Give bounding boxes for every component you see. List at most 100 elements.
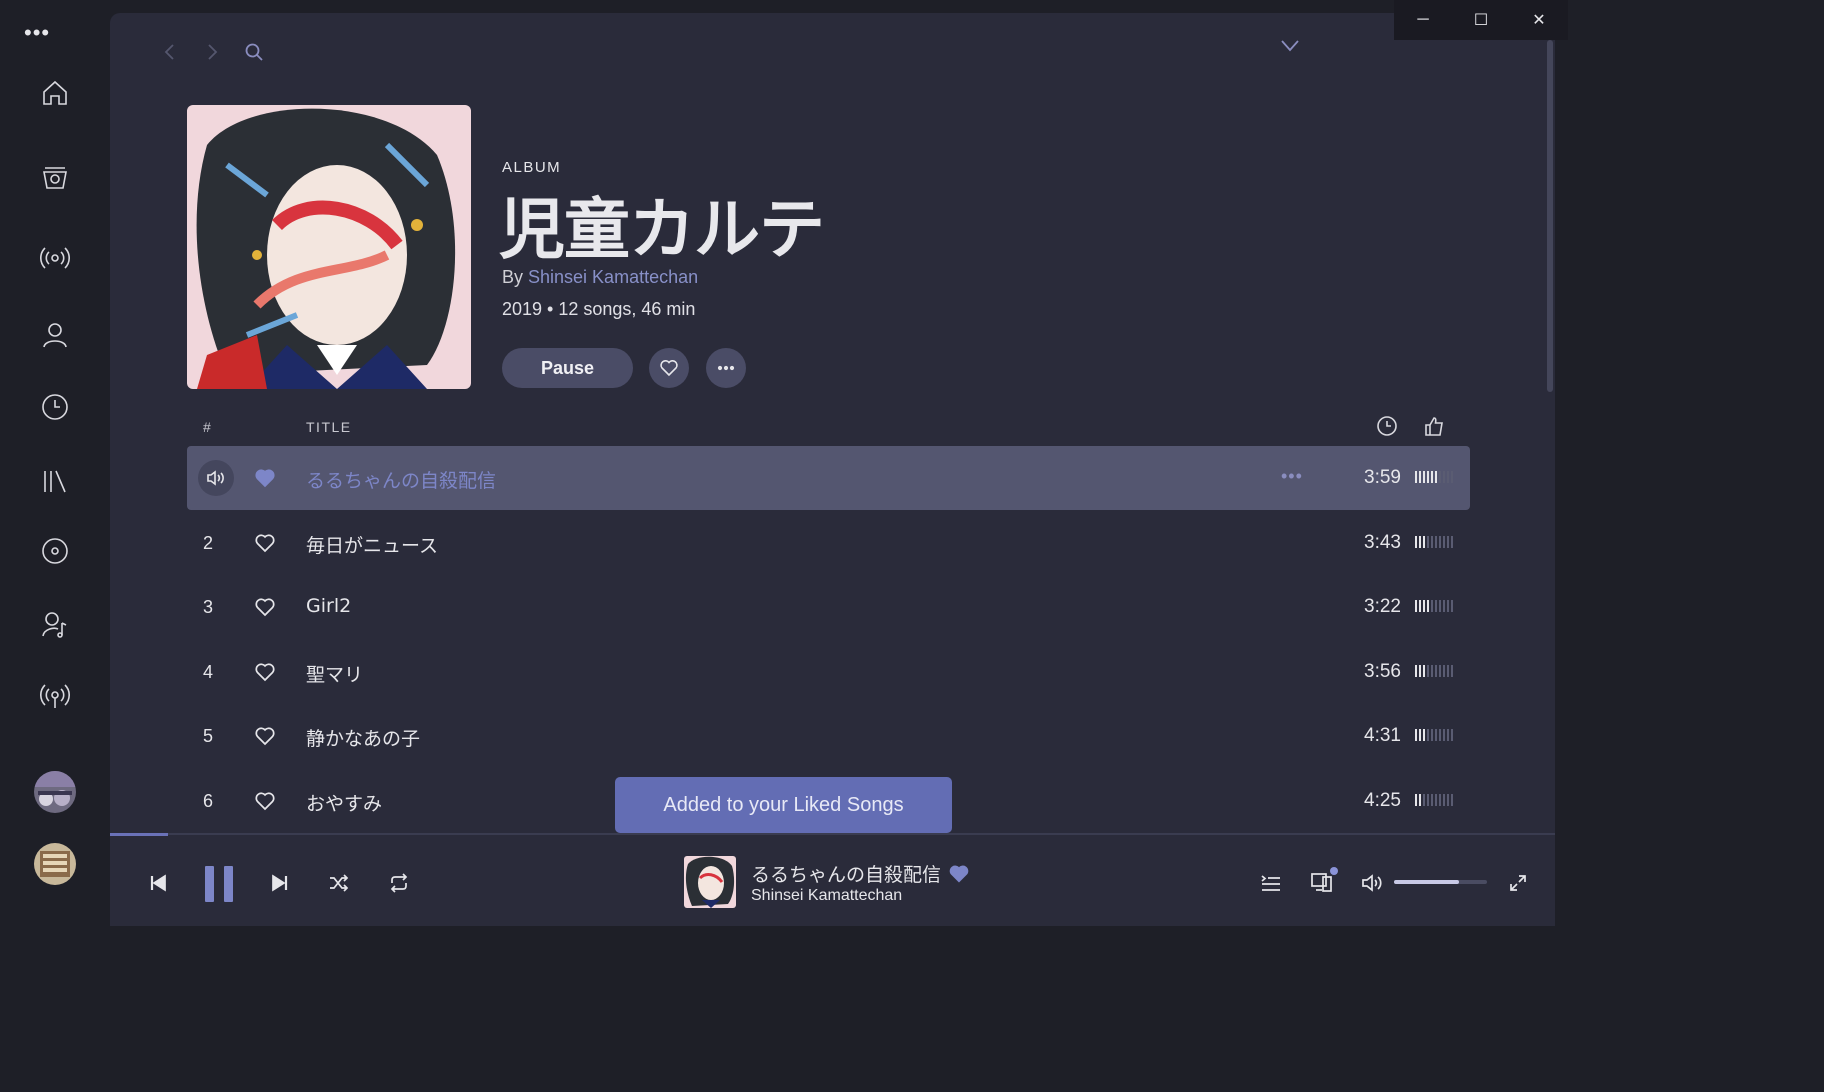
close-button[interactable]: ✕ [1510, 0, 1568, 40]
popularity-bar [1451, 794, 1453, 806]
more-options-button[interactable] [706, 348, 746, 388]
player-bar: るるちゃんの自殺配信 Shinsei Kamattechan [110, 833, 1555, 926]
popularity-bar [1419, 665, 1421, 677]
track-title[interactable]: 毎日がニュース [306, 531, 438, 558]
forward-icon[interactable] [202, 42, 222, 67]
heart-icon[interactable] [254, 596, 276, 623]
volume-slider[interactable] [1394, 880, 1487, 884]
popularity-bar [1451, 729, 1453, 741]
popularity-bar [1427, 471, 1429, 483]
track-row[interactable]: 3 Girl2 3:22 [187, 575, 1470, 639]
track-row[interactable]: 4 聖マリ 3:56 [187, 640, 1470, 704]
repeat-icon[interactable] [388, 873, 410, 893]
popularity-bar [1439, 600, 1441, 612]
recent-icon[interactable] [31, 383, 79, 431]
playlist-avatar[interactable] [34, 843, 76, 885]
fullscreen-icon[interactable] [1508, 873, 1528, 893]
heart-icon[interactable] [254, 725, 276, 752]
popularity-bar [1439, 729, 1441, 741]
back-icon[interactable] [160, 42, 180, 67]
popularity-bar [1435, 729, 1437, 741]
playlist-avatar[interactable] [34, 771, 76, 813]
clock-icon[interactable] [1376, 415, 1398, 442]
popularity-bar [1451, 471, 1453, 483]
previous-icon[interactable] [148, 873, 168, 893]
queue-icon[interactable] [1260, 873, 1282, 893]
minimize-button[interactable]: ─ [1394, 0, 1452, 40]
thumbs-up-icon[interactable] [1423, 415, 1445, 442]
track-duration: 4:31 [1364, 725, 1401, 746]
next-icon[interactable] [270, 873, 290, 893]
maximize-button[interactable]: ☐ [1452, 0, 1510, 40]
now-playing-art[interactable] [684, 856, 736, 908]
track-row[interactable]: 2 毎日がニュース 3:43 [187, 511, 1470, 575]
popularity-bar [1443, 665, 1445, 677]
popularity-bar [1423, 794, 1425, 806]
playback-progress[interactable] [110, 833, 168, 836]
podcasts-icon[interactable] [31, 672, 79, 720]
track-title[interactable]: 静かなあの子 [306, 724, 420, 751]
popularity-bar [1451, 665, 1453, 677]
popularity-bar [1427, 600, 1429, 612]
title-column-header[interactable]: TITLE [306, 419, 352, 435]
chevron-down-icon[interactable] [1280, 38, 1300, 59]
heart-icon[interactable] [254, 661, 276, 688]
popularity-bar [1423, 665, 1425, 677]
popularity-bar [1447, 600, 1449, 612]
track-title[interactable]: おやすみ [306, 789, 382, 816]
radio-icon[interactable] [31, 234, 79, 282]
now-playing-speaker-icon[interactable] [198, 460, 234, 496]
popularity-bar [1439, 665, 1441, 677]
popularity-bar [1423, 471, 1425, 483]
heart-icon[interactable] [254, 532, 276, 559]
track-row[interactable]: 5 静かなあの子 4:31 [187, 704, 1470, 768]
popularity-bar [1439, 536, 1441, 548]
popularity-bar [1435, 471, 1437, 483]
popularity-bar [1451, 536, 1453, 548]
popularity-bar [1431, 600, 1433, 612]
volume-icon[interactable] [1361, 873, 1383, 893]
scrollbar[interactable] [1547, 40, 1553, 392]
track-number: 2 [202, 533, 213, 553]
now-playing-artist[interactable]: Shinsei Kamattechan [751, 887, 902, 905]
popularity-bar [1435, 600, 1437, 612]
albums-icon[interactable] [31, 527, 79, 575]
popularity-bar [1423, 536, 1425, 548]
popularity-bar [1427, 729, 1429, 741]
like-album-button[interactable] [649, 348, 689, 388]
pause-button[interactable]: Pause [502, 348, 633, 388]
track-title[interactable]: 聖マリ [306, 660, 363, 687]
toast-notification: Added to your Liked Songs [615, 777, 952, 833]
heart-icon[interactable] [254, 467, 276, 494]
track-more-icon[interactable]: ••• [1281, 466, 1303, 487]
pause-icon[interactable] [205, 866, 235, 902]
popularity-meter [1415, 600, 1453, 612]
artist-link[interactable]: Shinsei Kamattechan [528, 267, 698, 287]
popularity-bar [1431, 665, 1433, 677]
popularity-meter [1415, 471, 1453, 483]
volume-level [1394, 880, 1460, 884]
artists-icon[interactable] [31, 600, 79, 648]
popularity-bar [1447, 471, 1449, 483]
store-icon[interactable] [31, 153, 79, 201]
popularity-meter [1415, 536, 1453, 548]
track-row[interactable]: るるちゃんの自殺配信 ••• 3:59 [187, 446, 1470, 510]
heart-icon[interactable] [254, 790, 276, 817]
profile-icon[interactable] [31, 311, 79, 359]
track-duration: 4:25 [1364, 790, 1401, 811]
home-icon[interactable] [31, 69, 79, 117]
track-title[interactable]: るるちゃんの自殺配信 [306, 466, 496, 493]
popularity-bar [1431, 729, 1433, 741]
track-number: 4 [202, 662, 213, 682]
album-byline: By Shinsei Kamattechan [502, 267, 698, 288]
search-icon[interactable] [244, 42, 264, 67]
track-title[interactable]: Girl2 [306, 595, 351, 617]
devices-icon[interactable] [1310, 871, 1334, 893]
popularity-bar [1415, 536, 1417, 548]
heart-icon[interactable] [948, 863, 970, 890]
shuffle-icon[interactable] [328, 873, 350, 893]
now-playing-title[interactable]: るるちゃんの自殺配信 [751, 860, 941, 887]
library-icon[interactable] [31, 457, 79, 505]
track-duration: 3:59 [1364, 467, 1401, 488]
menu-dots-icon[interactable]: ••• [24, 22, 50, 44]
